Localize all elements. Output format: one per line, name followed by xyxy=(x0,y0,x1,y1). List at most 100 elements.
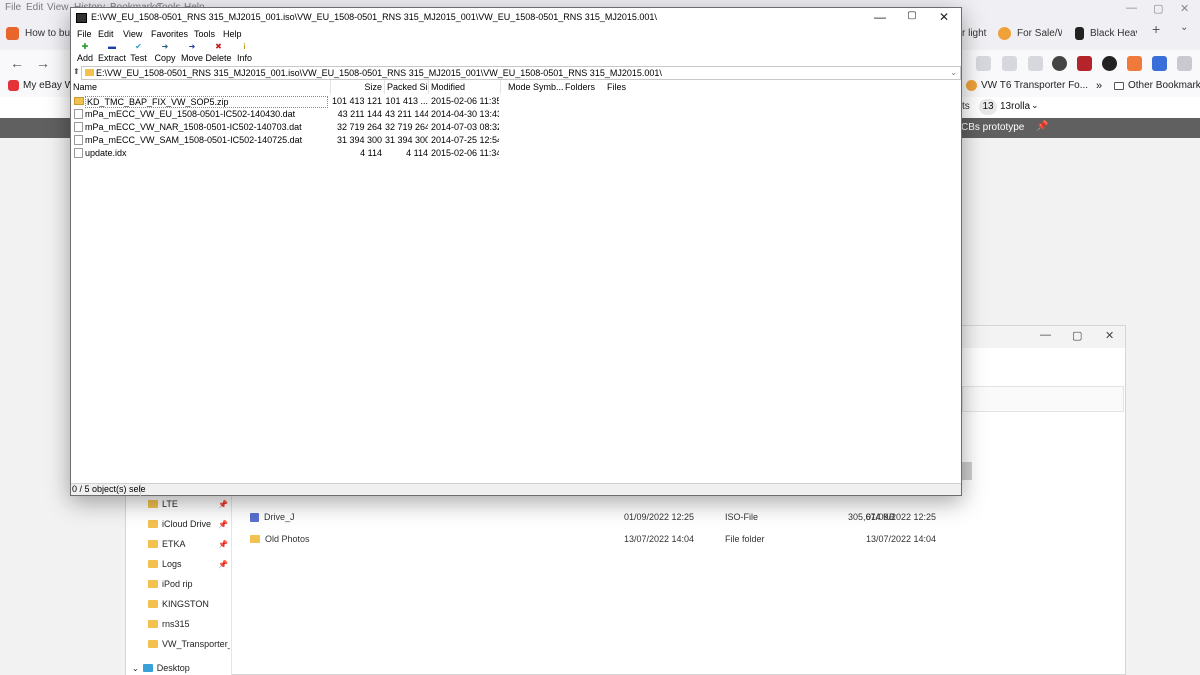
delete-button[interactable]: ✖ Delete xyxy=(206,42,232,66)
nav-item-vw-transporter[interactable]: VW_Transporter_ xyxy=(148,636,230,652)
add-button[interactable]: ✚ Add xyxy=(76,42,94,66)
bookmarks-overflow-chevron-icon[interactable]: » xyxy=(1096,80,1102,92)
nav-item-kingston[interactable]: KINGSTON xyxy=(148,596,230,612)
menu-edit[interactable]: Edit xyxy=(98,29,114,39)
nav-item-ipod-rip[interactable]: iPod rip xyxy=(148,576,230,592)
browser-maximize-icon[interactable]: ▢ xyxy=(1153,2,1163,15)
list-item[interactable]: Drive_J 01/09/2022 12:25 ISO-File 305,67… xyxy=(250,509,1120,525)
column-packed-size[interactable]: Packed Si... xyxy=(387,82,429,92)
cell-packed-size: 43 211 144 xyxy=(385,109,428,119)
chevron-down-icon: ⌄ xyxy=(132,663,139,673)
column-divider[interactable] xyxy=(384,80,385,94)
explorer-maximize-icon[interactable]: ▢ xyxy=(1072,329,1082,342)
bookmark-vw-t6[interactable]: VW T6 Transporter Fo... xyxy=(966,80,1088,91)
menu-file[interactable]: File xyxy=(77,29,92,39)
toolbar-label: Move xyxy=(181,53,204,63)
folder-icon xyxy=(250,535,260,543)
tab-label: How to buil xyxy=(25,27,70,39)
cell-packed-size: 32 719 264 xyxy=(385,122,428,132)
table-row[interactable]: update.idx 4 114 4 114 2015-02-06 11:34 xyxy=(71,147,961,160)
column-mode[interactable]: Mode xyxy=(508,82,532,92)
translate-icon[interactable] xyxy=(1152,56,1167,71)
explorer-scrollbar[interactable] xyxy=(962,462,972,480)
nav-item-logs[interactable]: Logs 📌 xyxy=(148,556,230,572)
tab-list-chevron-icon[interactable]: ⌄ xyxy=(1180,22,1188,33)
table-row[interactable]: mPa_mECC_VW_EU_1508-0501-IC502-140430.da… xyxy=(71,108,961,121)
browser-menu-file[interactable]: File xyxy=(5,2,21,13)
file-icon xyxy=(74,122,83,132)
pin-icon[interactable]: 📌 xyxy=(1036,121,1048,132)
chevron-down-icon[interactable]: ⌄ xyxy=(950,67,957,79)
cell-size: 4 114 xyxy=(360,148,382,158)
extract-button[interactable]: ▬ Extract xyxy=(98,42,126,66)
library-icon[interactable] xyxy=(1028,56,1043,71)
column-symlink[interactable]: Symb... xyxy=(533,82,563,92)
explorer-minimize-icon[interactable]: — xyxy=(1040,329,1051,341)
ublock-icon[interactable] xyxy=(1077,56,1092,71)
back-arrow-icon[interactable]: ← xyxy=(10,55,24,71)
table-row[interactable]: KD_TMC_BAP_FIX_VW_SOP5.zip 101 413 121 1… xyxy=(71,95,961,108)
user-menu-chevron-icon[interactable]: ⌄ xyxy=(1031,100,1039,111)
nav-item-desktop[interactable]: ⌄ Desktop xyxy=(132,660,214,675)
copy-button[interactable]: ➜ Copy xyxy=(154,42,176,66)
column-modified[interactable]: Modified xyxy=(431,82,499,92)
column-divider[interactable] xyxy=(428,80,429,94)
nav-item-icloud-drive[interactable]: iCloud Drive 📌 xyxy=(148,516,230,532)
folder-icon xyxy=(148,600,158,608)
browser-tab-3[interactable]: For Sale/Wa xyxy=(998,20,1062,46)
column-name[interactable]: Name xyxy=(73,82,328,92)
menu-favorites[interactable]: Favorites xyxy=(151,29,188,39)
column-divider[interactable] xyxy=(500,80,501,94)
nav-item-rns315[interactable]: rns315 xyxy=(148,616,230,632)
browser-menu-edit[interactable]: Edit xyxy=(26,2,43,13)
move-button[interactable]: ➜ Move xyxy=(181,42,203,66)
up-folder-icon[interactable]: ⬆ xyxy=(73,67,80,76)
info-button[interactable]: i Info xyxy=(237,42,252,66)
sevenzip-titlebar[interactable]: E:\VW_EU_1508-0501_RNS 315_MJ2015_001.is… xyxy=(71,8,961,29)
menu-help[interactable]: Help xyxy=(223,29,242,39)
extension-d-icon[interactable] xyxy=(1052,56,1067,71)
menu-tools[interactable]: Tools xyxy=(194,29,215,39)
folder-icon xyxy=(148,640,158,648)
nav-item-etka[interactable]: ETKA 📌 xyxy=(148,536,230,552)
browser-tab-4[interactable]: Black Heavy xyxy=(1075,20,1137,46)
column-files[interactable]: Files xyxy=(607,82,631,92)
extension-fox-icon[interactable] xyxy=(1127,56,1142,71)
notification-count-badge[interactable]: 13 xyxy=(979,99,997,115)
maximize-icon[interactable]: ▢ xyxy=(896,10,928,26)
bookmark-favicon-icon xyxy=(966,80,977,91)
cell-modified: 2014-07-03 08:32 xyxy=(431,122,499,132)
close-icon[interactable]: ✕ xyxy=(928,10,960,26)
plus-icon: ✚ xyxy=(81,42,89,51)
explorer-close-icon[interactable]: ✕ xyxy=(1105,329,1114,342)
address-field[interactable]: E:\VW_EU_1508-0501_RNS 315_MJ2015_001.is… xyxy=(81,66,961,80)
browser-tab-1[interactable]: How to buil xyxy=(6,20,70,46)
browser-menu-view[interactable]: View xyxy=(47,2,69,13)
folder-icon xyxy=(148,500,158,508)
pin-icon: 📌 xyxy=(218,499,228,509)
nav-item-label: iCloud Drive xyxy=(162,519,212,529)
menu-hamburger-icon[interactable] xyxy=(1177,56,1192,71)
table-row[interactable]: mPa_mECC_VW_NAR_1508-0501-IC502-140703.d… xyxy=(71,121,961,134)
browser-tab-2[interactable]: r light xyxy=(962,20,988,46)
explorer-search-box[interactable] xyxy=(962,386,1124,412)
minimize-icon[interactable]: — xyxy=(864,10,896,26)
bookmark-other[interactable]: Other Bookmarks xyxy=(1114,80,1200,91)
browser-minimize-icon[interactable]: — xyxy=(1126,2,1137,14)
pocket-icon[interactable] xyxy=(976,56,991,71)
test-button[interactable]: ✔ Test xyxy=(130,42,147,66)
extension-mask-icon[interactable] xyxy=(1102,56,1117,71)
nav-item-lte[interactable]: LTE 📌 xyxy=(148,496,230,512)
new-tab-button[interactable]: + xyxy=(1152,21,1160,37)
cell-name: mPa_mECC_VW_NAR_1508-0501-IC502-140703.d… xyxy=(85,122,302,132)
user-menu[interactable]: 13rolla xyxy=(1000,101,1030,112)
menu-view[interactable]: View xyxy=(123,29,142,39)
forward-arrow-icon[interactable]: → xyxy=(36,55,50,71)
list-item[interactable]: Old Photos 13/07/2022 14:04 File folder … xyxy=(250,531,1120,547)
browser-close-icon[interactable]: ✕ xyxy=(1180,2,1189,15)
column-size[interactable]: Size xyxy=(331,82,382,92)
column-folders[interactable]: Folders xyxy=(565,82,597,92)
table-row[interactable]: mPa_mECC_VW_SAM_1508-0501-IC502-140725.d… xyxy=(71,134,961,147)
download-icon[interactable] xyxy=(1002,56,1017,71)
folder-icon xyxy=(148,520,158,528)
